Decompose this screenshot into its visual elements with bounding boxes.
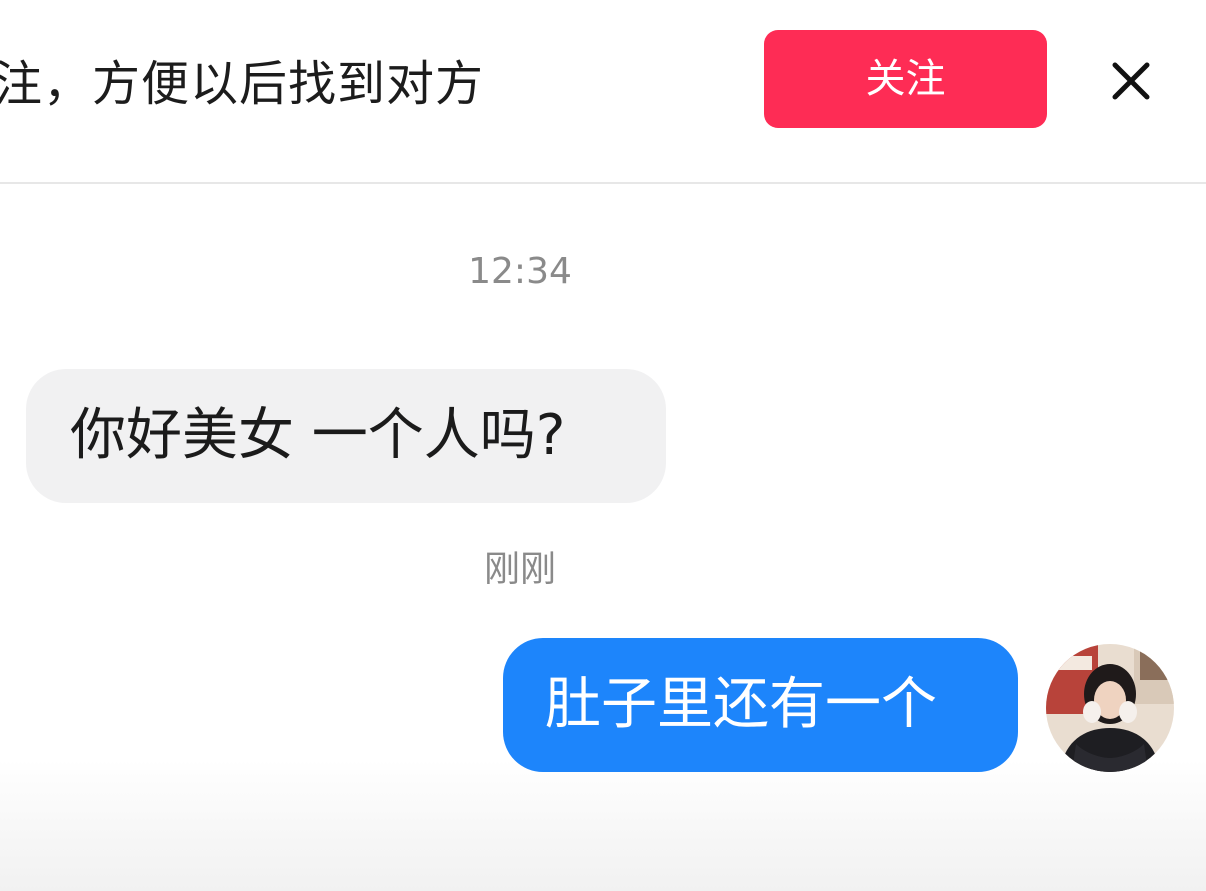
user-avatar[interactable] bbox=[1046, 644, 1174, 772]
chat-screen: 注，方便以后找到对方 关注 12:34 你好美女 一个人吗? 刚刚 肚子里还有一… bbox=[0, 0, 1206, 891]
follow-button[interactable]: 关注 bbox=[764, 30, 1047, 128]
incoming-message-text: 你好美女 一个人吗? bbox=[70, 403, 566, 468]
message-timestamp: 刚刚 bbox=[483, 549, 556, 590]
follow-prompt-text: 注，方便以后找到对方 bbox=[0, 56, 485, 112]
outgoing-message-bubble[interactable]: 肚子里还有一个 bbox=[503, 638, 1018, 772]
follow-prompt-banner: 注，方便以后找到对方 关注 bbox=[0, 0, 1206, 184]
outgoing-message-text: 肚子里还有一个 bbox=[545, 672, 937, 737]
close-icon[interactable] bbox=[1100, 50, 1162, 112]
incoming-message-bubble[interactable]: 你好美女 一个人吗? bbox=[26, 369, 666, 503]
message-timestamp: 12:34 bbox=[468, 251, 572, 292]
